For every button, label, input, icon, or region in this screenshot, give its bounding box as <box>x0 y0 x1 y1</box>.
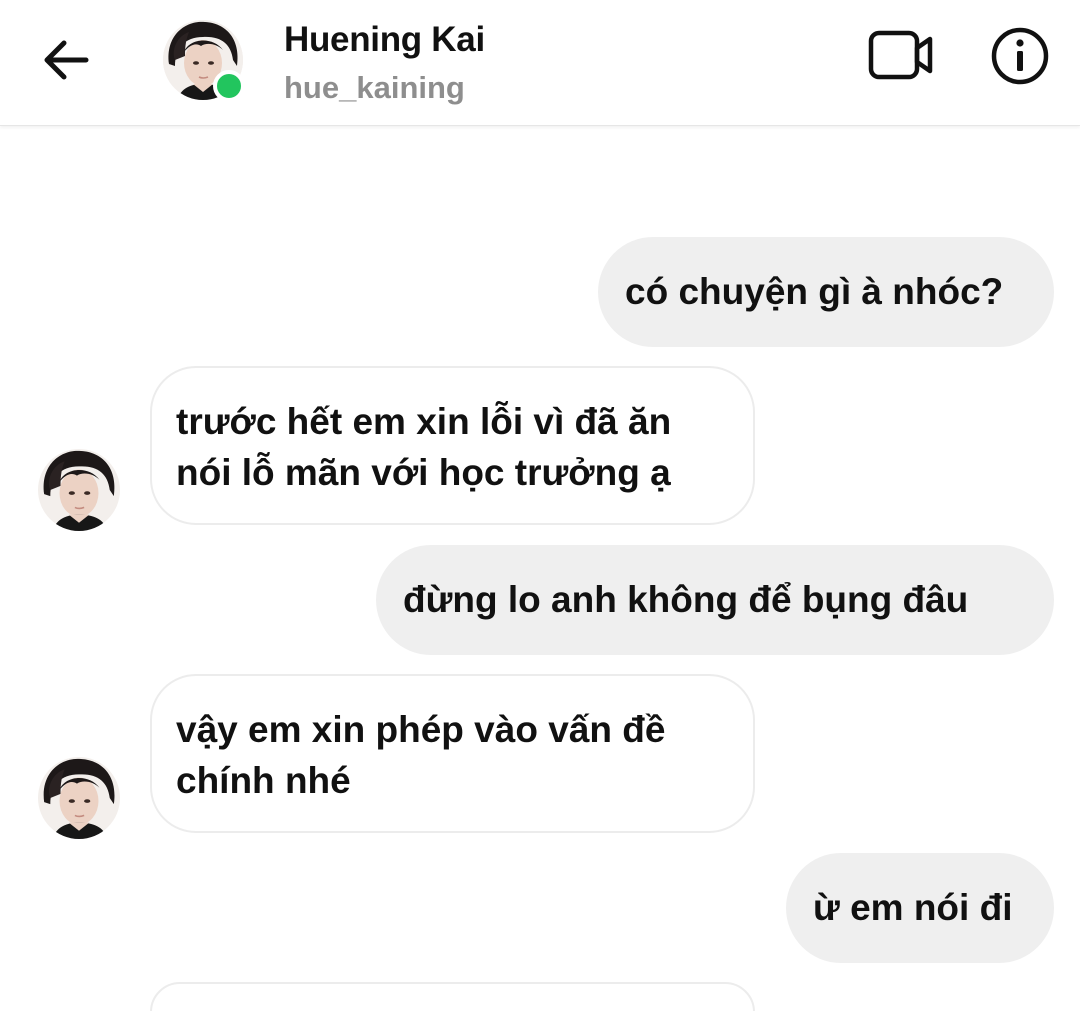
message-line: vậy em xin phép vào vấn đề <box>176 709 666 750</box>
message-line: chính nhé <box>176 760 351 801</box>
outgoing-message[interactable]: đừng lo anh không để bụng đâu <box>376 545 1054 655</box>
back-button[interactable] <box>40 34 92 86</box>
incoming-message-partial[interactable] <box>150 982 755 1011</box>
message-text: ừ em nói đi <box>813 887 1013 928</box>
outgoing-message[interactable]: ừ em nói đi <box>786 853 1054 963</box>
sender-avatar[interactable] <box>38 757 120 839</box>
video-camera-icon <box>868 30 933 80</box>
incoming-message[interactable]: vậy em xin phép vào vấn đề chính nhé <box>150 674 755 833</box>
info-button[interactable] <box>990 26 1050 86</box>
video-call-button[interactable] <box>866 26 938 86</box>
contact-username[interactable]: hue_kaining <box>284 70 465 106</box>
chat-header: Huening Kai hue_kaining <box>0 0 1080 126</box>
contact-name[interactable]: Huening Kai <box>284 20 485 60</box>
message-text: đừng lo anh không để bụng đâu <box>403 579 969 620</box>
outgoing-message[interactable]: có chuyện gì à nhóc? <box>598 237 1054 347</box>
message-line: trước hết em xin lỗi vì đã ăn <box>176 401 672 442</box>
contact-avatar[interactable] <box>163 20 245 102</box>
incoming-message[interactable]: trước hết em xin lỗi vì đã ăn nói lỗ mãn… <box>150 366 755 525</box>
message-line: nói lỗ mãn với học trưởng ạ <box>176 452 671 493</box>
message-text: có chuyện gì à nhóc? <box>625 271 1004 312</box>
sender-avatar[interactable] <box>38 449 120 531</box>
arrow-left-icon <box>44 40 89 80</box>
online-status-dot <box>213 70 245 102</box>
info-icon <box>991 27 1049 85</box>
